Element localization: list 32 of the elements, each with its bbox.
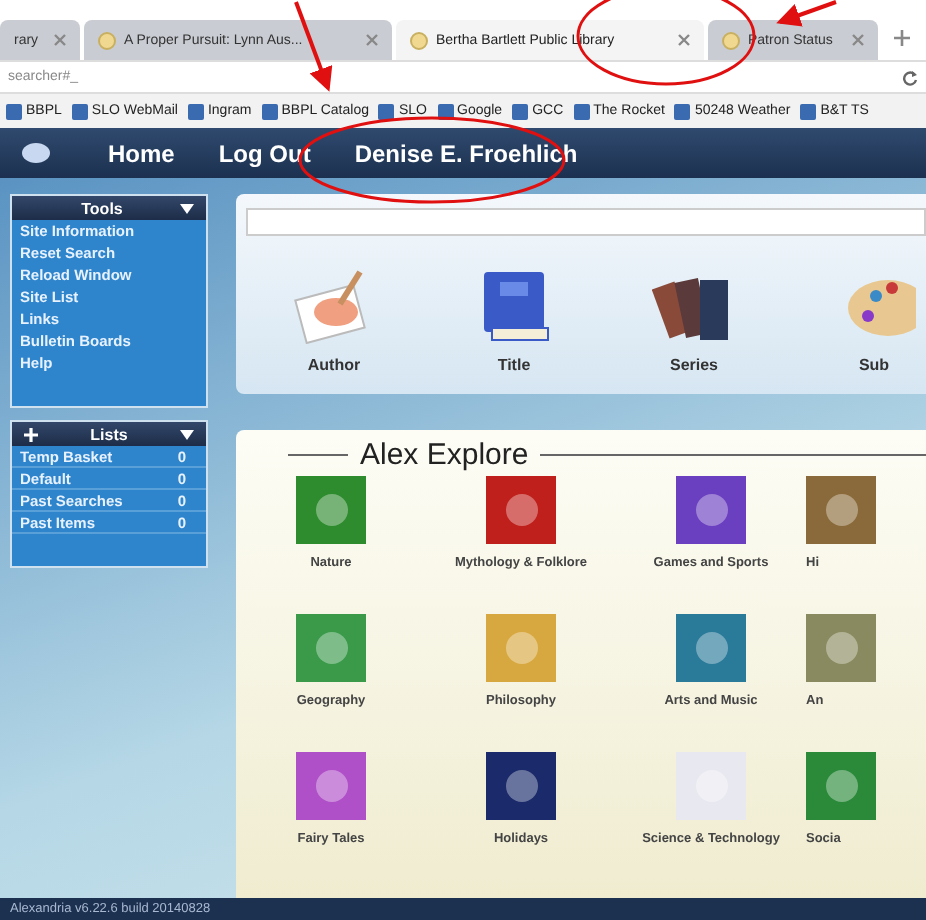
caret-icon bbox=[180, 429, 194, 439]
close-icon bbox=[852, 34, 864, 46]
bookmark-icon bbox=[573, 103, 590, 119]
bookmark-icon bbox=[261, 103, 278, 119]
close-icon bbox=[54, 34, 66, 46]
close-icon bbox=[678, 34, 690, 46]
panel-header[interactable]: Lists bbox=[12, 422, 206, 446]
page-icon bbox=[722, 31, 740, 49]
bookmark-icon bbox=[512, 103, 529, 119]
bookmark-icon bbox=[187, 103, 204, 119]
search-field[interactable] bbox=[246, 208, 926, 236]
bookmark-icon bbox=[6, 103, 22, 119]
search-type-button[interactable]: Author bbox=[286, 264, 382, 374]
section-title: Alex Explore bbox=[360, 438, 529, 472]
search-type-button[interactable]: Sub bbox=[826, 264, 922, 374]
new-tab-icon[interactable] bbox=[894, 30, 910, 46]
search-type-button[interactable]: Series bbox=[646, 264, 742, 374]
close-icon bbox=[366, 34, 378, 46]
nav-link[interactable]: Home bbox=[108, 139, 175, 167]
chat-bubble-icon bbox=[20, 141, 52, 165]
bookmark-icon bbox=[378, 103, 395, 119]
search-type-button[interactable]: Title bbox=[466, 264, 562, 374]
plus-icon bbox=[24, 427, 38, 441]
panel-header[interactable]: Tools bbox=[12, 196, 206, 220]
caret-icon bbox=[180, 203, 194, 213]
bookmark-icon bbox=[71, 103, 88, 119]
page-icon bbox=[410, 31, 428, 49]
annotation-arrow bbox=[776, 0, 837, 27]
page-icon bbox=[98, 31, 116, 49]
reload-icon bbox=[902, 69, 918, 85]
bookmark-icon bbox=[800, 103, 817, 119]
bookmark-icon bbox=[674, 103, 691, 119]
